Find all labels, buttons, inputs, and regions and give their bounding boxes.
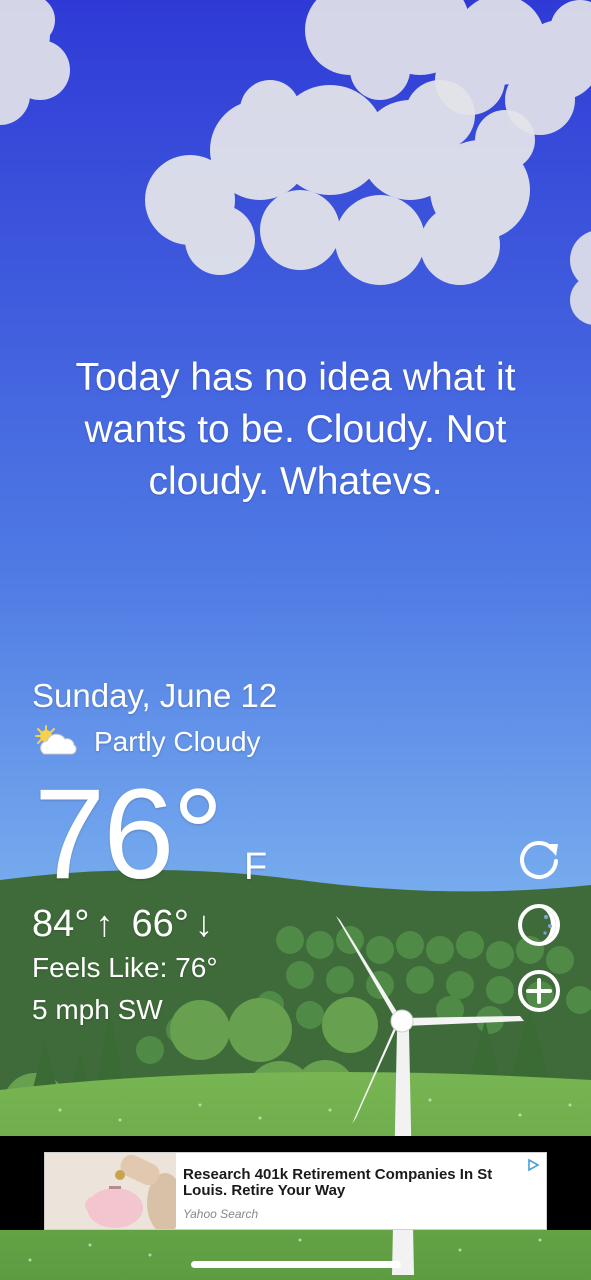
theme-button[interactable]	[516, 902, 562, 948]
moon-icon	[518, 904, 560, 946]
piggy-bank-icon	[45, 1153, 176, 1229]
low-temperature: 66°	[131, 903, 189, 945]
ad-card[interactable]: Research 401k Retirement Companies In St…	[44, 1152, 547, 1230]
arrow-down-icon: ↓	[194, 903, 213, 944]
date-label: Sunday, June 12	[32, 677, 278, 714]
condition-row: Partly Cloudy	[32, 722, 261, 762]
ad-title[interactable]: Research 401k Retirement Companies In St…	[183, 1167, 503, 1199]
home-indicator[interactable]	[191, 1261, 401, 1268]
high-low-row: 84° ↑ 66° ↓	[32, 902, 231, 946]
refresh-icon	[520, 841, 558, 879]
high-temperature: 84°	[32, 903, 90, 945]
wind-info: 5 mph SW	[32, 994, 163, 1025]
ad-banner: Research 401k Retirement Companies In St…	[0, 1136, 591, 1230]
partly-cloudy-icon	[35, 725, 77, 755]
current-temperature: 76°	[34, 763, 224, 906]
ad-source: Yahoo Search	[183, 1207, 259, 1221]
temperature-unit[interactable]: F	[244, 846, 267, 889]
ad-image	[45, 1153, 176, 1229]
condition-label: Partly Cloudy	[94, 726, 261, 757]
weather-background	[0, 0, 591, 1280]
weather-message: Today has no idea what it wants to be. C…	[75, 356, 516, 503]
arrow-up-icon: ↑	[95, 903, 114, 944]
plus-circle-icon	[518, 970, 560, 1012]
refresh-button[interactable]	[516, 836, 562, 882]
feels-like: Feels Like: 76°	[32, 952, 218, 983]
add-location-button[interactable]	[516, 968, 562, 1014]
adchoices-icon[interactable]	[526, 1158, 540, 1172]
